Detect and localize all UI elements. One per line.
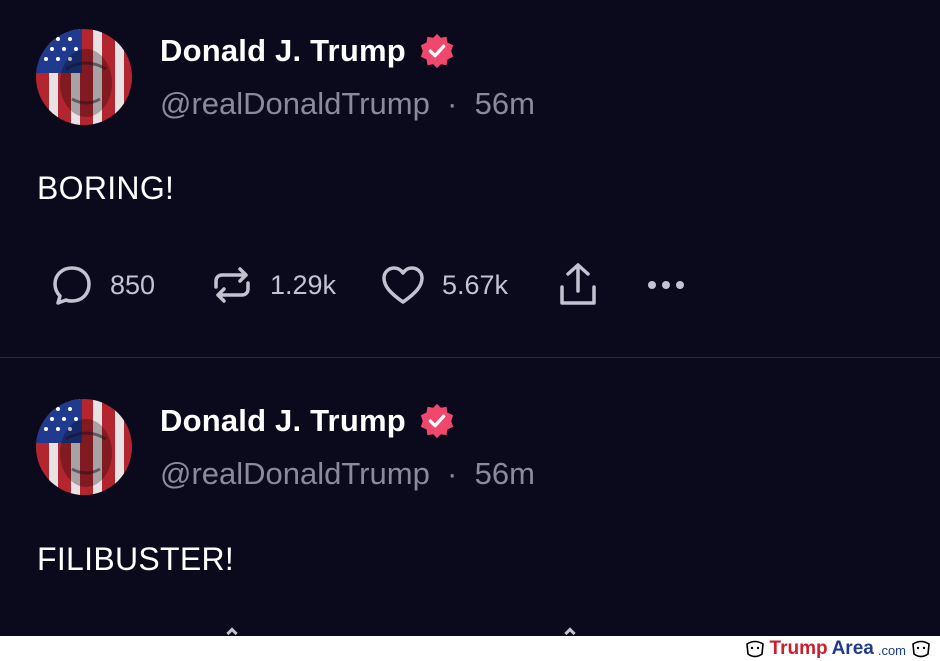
handle-row: @realDonaldTrump · 56m — [160, 456, 535, 492]
heart-icon — [382, 266, 424, 304]
share-button[interactable] — [556, 261, 644, 309]
handle-row: @realDonaldTrump · 56m — [160, 86, 535, 122]
timestamp[interactable]: 56m — [475, 456, 535, 491]
watermark-text-trump: Trump — [769, 637, 828, 659]
share-upload-icon — [560, 263, 596, 305]
flag-portrait-icon — [36, 29, 112, 117]
reply-icon-partial — [226, 627, 238, 636]
flag-portrait-icon — [36, 399, 112, 487]
cartoon-face-icon — [745, 640, 764, 657]
post-card[interactable]: Donald J. Trump @realDonaldTrump · 56m B… — [0, 0, 940, 358]
watermark-logo: Trump Area .com — [744, 636, 932, 661]
handle[interactable]: @realDonaldTrump — [160, 86, 430, 121]
avatar[interactable] — [36, 29, 132, 125]
repost-arrows-icon — [214, 267, 250, 303]
post-card[interactable]: Donald J. Trump @realDonaldTrump · 56m F… — [0, 359, 940, 636]
reply-button[interactable]: 850 — [50, 263, 210, 307]
action-bar: 850 1.29k 5.67k — [50, 262, 688, 308]
watermark-bar: Trump Area .com — [0, 636, 940, 661]
more-dots-icon — [648, 281, 684, 289]
avatar[interactable] — [36, 399, 132, 495]
separator: · — [438, 456, 466, 491]
display-name[interactable]: Donald J. Trump — [160, 33, 406, 69]
like-count: 5.67k — [442, 269, 509, 300]
cartoon-face-icon — [912, 640, 930, 657]
repost-count: 1.29k — [270, 269, 337, 300]
handle[interactable]: @realDonaldTrump — [160, 456, 430, 491]
reply-count: 850 — [110, 269, 156, 300]
verified-badge-icon — [420, 403, 454, 439]
separator: · — [438, 86, 466, 121]
display-name[interactable]: Donald J. Trump — [160, 403, 406, 439]
verified-badge-icon — [420, 33, 454, 69]
timestamp[interactable]: 56m — [475, 86, 535, 121]
like-button[interactable]: 5.67k — [380, 263, 556, 307]
repost-button[interactable]: 1.29k — [210, 263, 380, 307]
more-button[interactable] — [644, 275, 688, 295]
share-icon-partial — [564, 627, 576, 636]
speech-bubble-icon — [53, 266, 91, 305]
watermark-text-com: .com — [877, 643, 906, 658]
post-text: FILIBUSTER! — [37, 541, 235, 577]
post-text: BORING! — [37, 170, 175, 206]
watermark-text-area: Area — [831, 637, 874, 659]
